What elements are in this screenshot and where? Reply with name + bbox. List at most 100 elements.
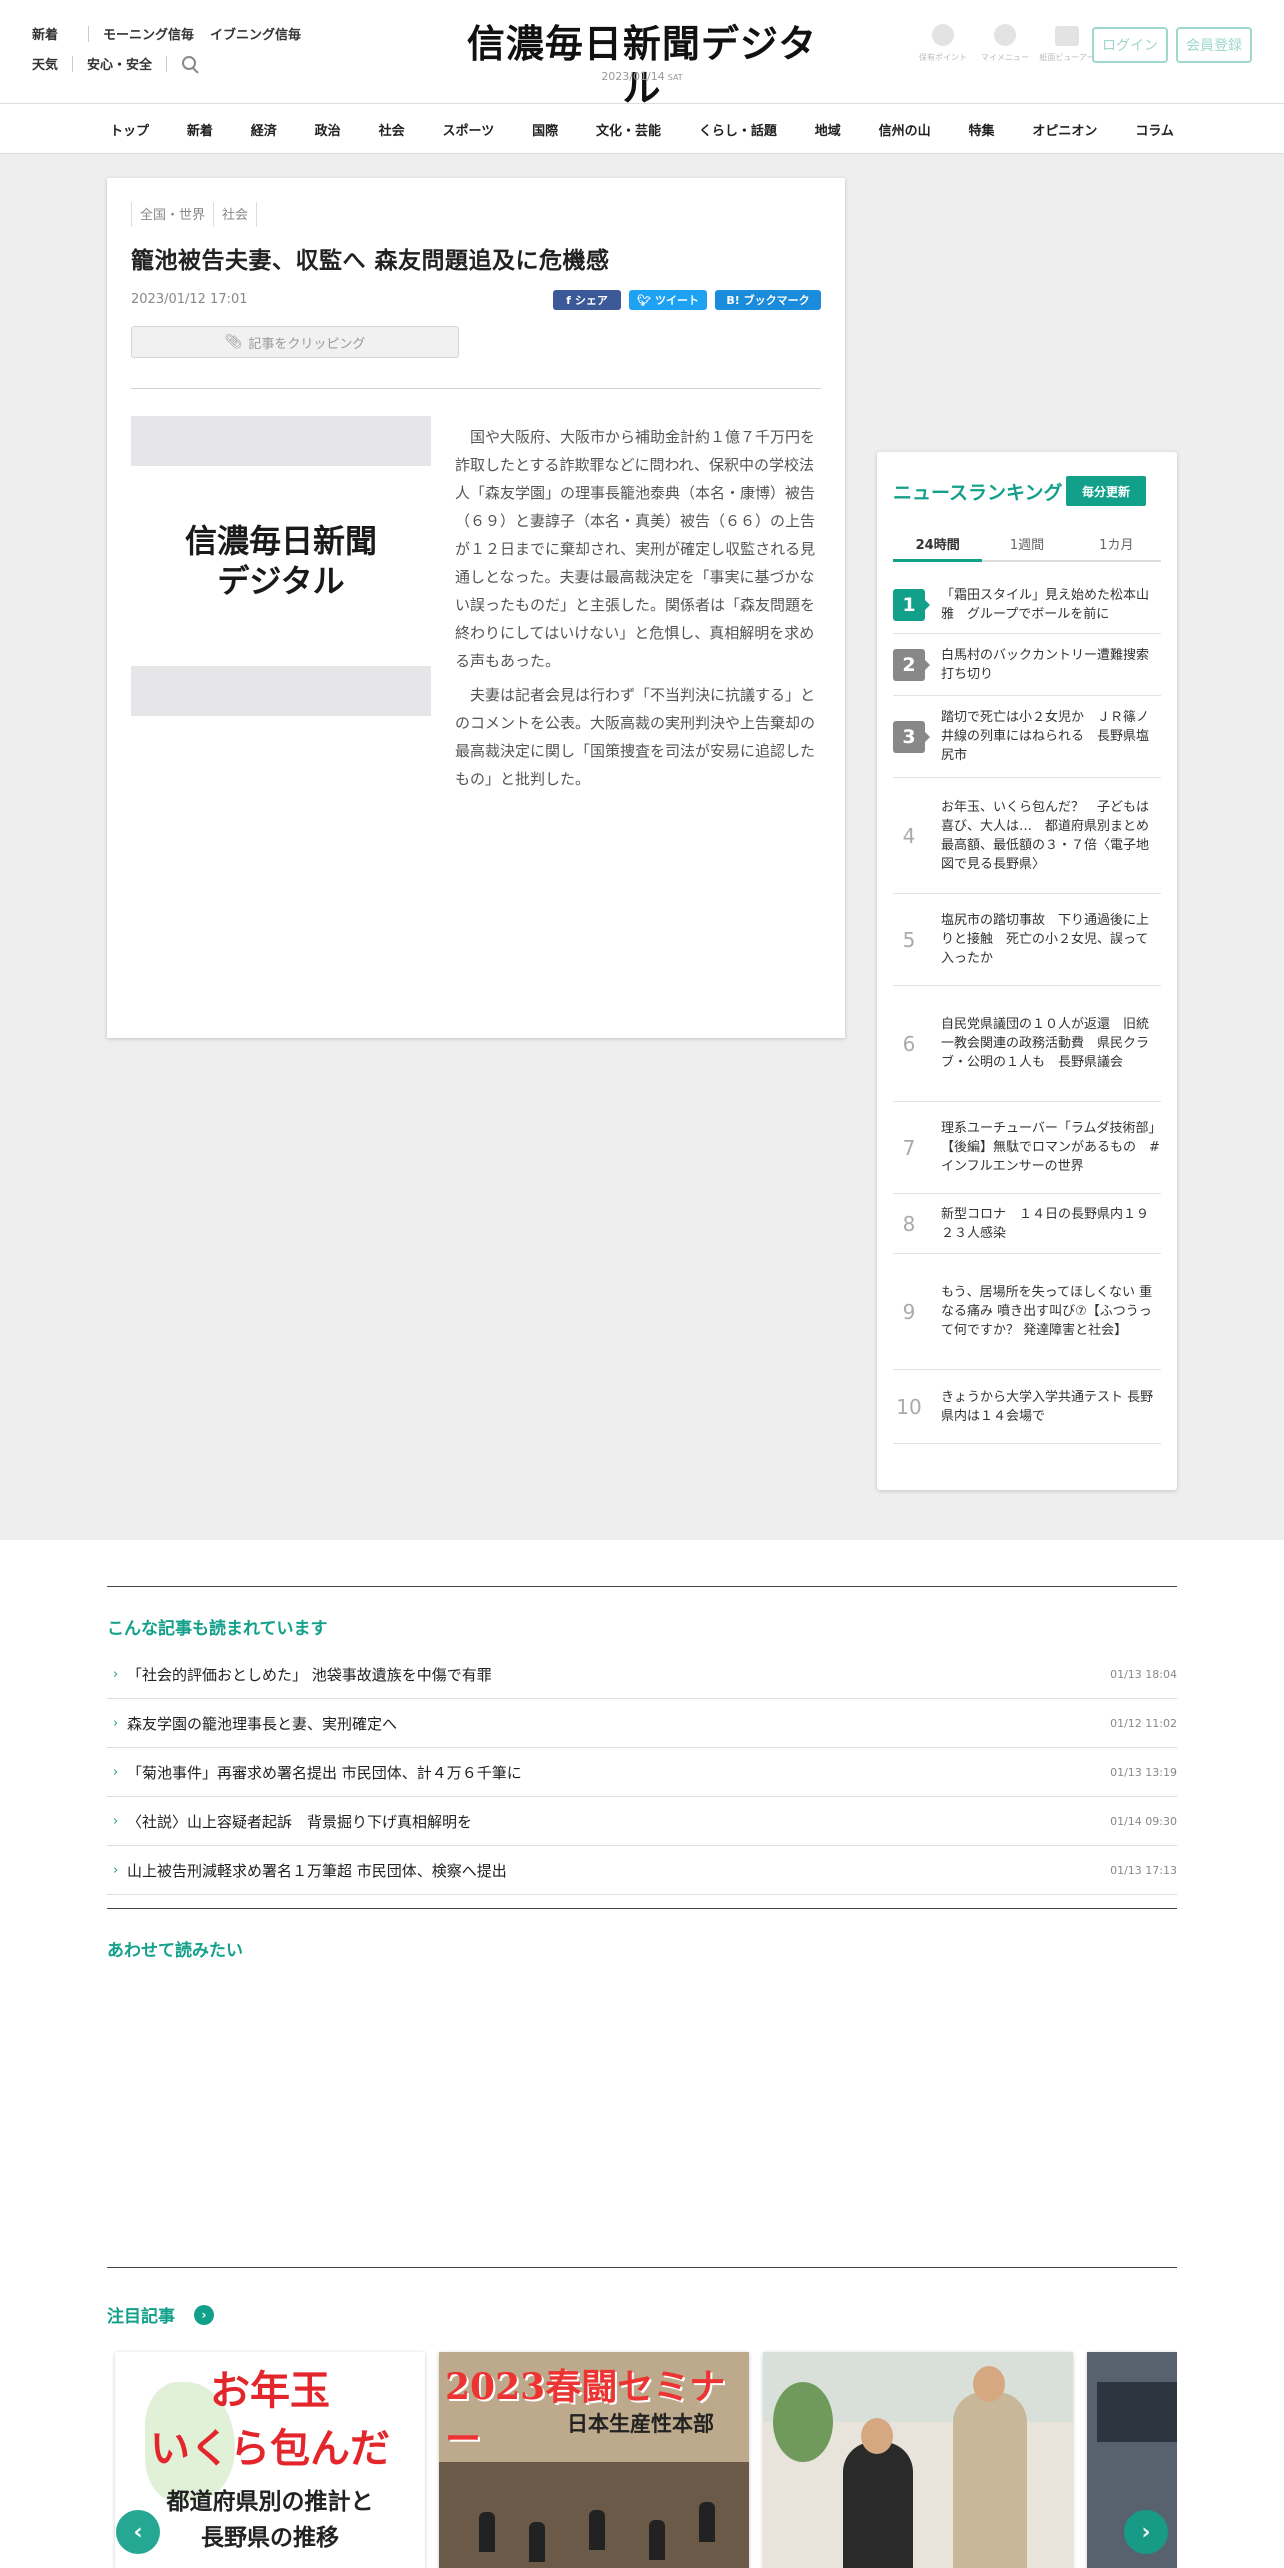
related-headline: 「菊池事件」再審求め署名提出 市民団体、計４万６千筆に — [127, 1763, 522, 1782]
category-item[interactable]: 国際 — [522, 120, 568, 139]
featured-more-icon[interactable]: › — [194, 2305, 214, 2325]
chevron-right-icon: › — [113, 1764, 119, 1780]
ranking-number: 3 — [893, 720, 941, 753]
category-item[interactable]: 信州の山 — [869, 120, 941, 139]
category-item[interactable]: 文化・芸能 — [586, 120, 671, 139]
nav-morning[interactable]: モーニング信毎 — [103, 24, 194, 43]
photo-bar-top — [131, 416, 431, 466]
ranking-item[interactable]: 10 きょうから大学入学共通テスト 長野県内は１４会場で — [893, 1370, 1161, 1444]
featured-card[interactable]: お年玉 いくら包んだ 都道府県別の推計と 長野県の推移 — [115, 2352, 425, 2568]
related-item[interactable]: › 「社会的評価おとしめた」 池袋事故遺族を中傷で有罪 01/13 18:04 — [107, 1650, 1177, 1699]
ranking-title: ニュースランキング — [893, 482, 1063, 504]
related-item[interactable]: › 森友学園の籠池理事長と妻、実刑確定へ 01/12 11:02 — [107, 1699, 1177, 1748]
rank-badge: 7 — [902, 1135, 916, 1160]
category-nav: トップ 新着 経済 政治 社会 スポーツ 国際 文化・芸能 くらし・話題 地域 信州の山 特集 オピニオ… — [0, 104, 1284, 154]
category-item[interactable]: 新着 — [177, 120, 223, 139]
category-item[interactable]: オピニオン — [1022, 120, 1107, 139]
related-date: 01/14 09:30 — [1110, 1814, 1177, 1828]
ranking-number: 4 — [893, 824, 941, 848]
tag-society[interactable]: 社会 — [213, 202, 258, 227]
tab-1month[interactable]: 1カ月 — [1072, 534, 1161, 560]
category-item[interactable]: コラム — [1125, 120, 1184, 139]
login-button[interactable]: ログイン — [1092, 27, 1168, 63]
ranking-item[interactable]: 5 塩尻市の踏切事故 下り通過後に上りと接触 死亡の小２女児、誤って入ったか — [893, 894, 1161, 986]
ranking-headline: きょうから大学入学共通テスト 長野県内は１４会場で — [941, 1389, 1154, 1424]
rank-badge: 4 — [902, 823, 916, 848]
attendee-figure — [699, 2502, 715, 2542]
twitter-share-button[interactable]: 🐦︎ ツイート — [629, 290, 707, 310]
chevron-right-icon: › — [113, 1862, 119, 1878]
paperclip-icon: 📎︎ — [224, 334, 243, 350]
nav-new[interactable]: 新着 — [32, 24, 58, 43]
ranking-number: 2 — [893, 648, 941, 681]
mymenu-button[interactable]: マイメニュー — [974, 24, 1036, 63]
carousel-prev-button[interactable]: ‹ — [116, 2510, 160, 2554]
ranking-headline: 新型コロナ １４日の長野県内１９２３人感染 — [941, 1206, 1150, 1241]
nav-safety[interactable]: 安心・安全 — [87, 54, 152, 73]
category-item[interactable]: 経済 — [241, 120, 287, 139]
clip-button[interactable]: 📎︎ 記事をクリッピング — [131, 326, 459, 358]
plant-image — [773, 2382, 833, 2462]
tab-24h[interactable]: 24時間 — [893, 534, 983, 562]
mymenu-label: マイメニュー — [981, 53, 1029, 62]
ranking-item[interactable]: 7 理系ユーチューバー「ラムダ技術部」 【後編】無駄でロマンがあるもの #インフル… — [893, 1102, 1168, 1194]
header-icons: 保有ポイント マイメニュー 紙面ビューアー — [912, 24, 1098, 63]
clip-label: 記事をクリッピング — [248, 336, 366, 352]
person-image — [843, 2442, 913, 2568]
tag-world[interactable]: 全国・世界 — [131, 202, 215, 227]
viewer-button[interactable]: 紙面ビューアー — [1036, 24, 1098, 63]
category-item[interactable]: 社会 — [369, 120, 415, 139]
article-body: 国や大阪府、大阪市から補助金計約１億７千万円を詐取したとする詐欺罪などに問われ、… — [455, 423, 821, 799]
ranking-item[interactable]: 1 「霜田スタイル」見え始めた松本山雅 グループでボールを前に — [893, 576, 1161, 634]
divider — [107, 1908, 1177, 1909]
ranking-item[interactable]: 9 もう、居場所を失ってほしくない 重なる痛み 噴き出す叫び⑦【ふつうって何ですか… — [893, 1254, 1161, 1370]
ranking-item[interactable]: 2 白馬村のバックカントリー遭難搜索打ち切り — [893, 634, 1161, 696]
ranking-item[interactable]: 6 自民党県議団の１０人が返還 旧統一教会関連の政務活動費 県民クラブ・公明の１人… — [893, 986, 1161, 1102]
ranking-headline: もう、居場所を失ってほしくない 重なる痛み 噴き出す叫び⑦【ふつうって何ですか？… — [941, 1285, 1153, 1338]
nav-weather[interactable]: 天気 — [32, 54, 58, 73]
category-item[interactable]: くらし・話題 — [689, 120, 787, 139]
featured-card[interactable] — [763, 2352, 1073, 2568]
also-read-title: あわせて読みたい — [107, 1941, 243, 1961]
divider — [72, 55, 74, 72]
featured-carousel: お年玉 いくら包んだ 都道府県別の推計と 長野県の推移 2023春闘セミナー 日… — [107, 2348, 1177, 2568]
category-item[interactable]: 地域 — [805, 120, 851, 139]
point-button[interactable]: 保有ポイント — [912, 24, 974, 63]
nav-evening[interactable]: イブニング信毎 — [210, 24, 301, 43]
ranking-headline: 自民党県議団の１０人が返還 旧統一教会関連の政務活動費 県民クラブ・公明の１人も… — [941, 1017, 1150, 1070]
article-tags: 全国・世界 社会 — [131, 202, 258, 227]
related-item[interactable]: › 山上被告刑減軽求め署名１万筆超 市民団体、検察へ提出 01/13 17:13 — [107, 1846, 1177, 1895]
news-ranking: ニュースランキング 毎分更新 24時間 1週間 1カ月 1 「霜田スタイル」見え始… — [877, 452, 1177, 1490]
related-item[interactable]: › 〈社説〉山上容疑者起訴 背景掘り下げ真相解明を 01/14 09:30 — [107, 1797, 1177, 1846]
site-header: 新着 モーニング信毎 イブニング信毎 天気 安心・安全 信濃毎日新聞デジタル 2… — [0, 0, 1284, 110]
user-icon — [994, 24, 1016, 46]
search-icon[interactable] — [181, 55, 199, 73]
ranking-item[interactable]: 3 踏切で死亡は小２女児か ＪＲ篠ノ井線の列車にはねられる 長野県塩尻市 — [893, 696, 1161, 778]
category-item[interactable]: 政治 — [305, 120, 351, 139]
article-paragraph: 夫妻は記者会見は行わず「不当判決に抗議する」とのコメントを公表。大阪高裁の実刑判… — [455, 686, 816, 788]
related-item[interactable]: › 「菊池事件」再審求め署名提出 市民団体、計４万６千筆に 01/13 13:19 — [107, 1748, 1177, 1797]
featured-card[interactable]: 2023春闘セミナー 日本生産性本部 — [439, 2352, 749, 2568]
ranking-tabs: 24時間 1週間 1カ月 — [893, 534, 1161, 562]
slide-text: お年玉 — [210, 2367, 330, 2414]
twitter-share-label: ツイート — [654, 294, 699, 307]
person-image — [953, 2392, 1027, 2568]
twitter-icon: 🐦︎ — [637, 293, 651, 307]
register-button[interactable]: 会員登録 — [1176, 27, 1252, 63]
carousel-next-button[interactable]: › — [1124, 2510, 1168, 2554]
facebook-share-button[interactable]: f シェア — [553, 290, 621, 310]
tab-1week[interactable]: 1週間 — [982, 534, 1071, 560]
ranking-item[interactable]: 8 新型コロナ １４日の長野県内１９２３人感染 — [893, 1194, 1161, 1254]
category-item[interactable]: トップ — [100, 120, 159, 139]
site-logo[interactable]: 信濃毎日新聞デジタル — [466, 22, 818, 110]
person-head — [973, 2366, 1005, 2402]
rank-badge: 1 — [893, 588, 930, 621]
category-item[interactable]: スポーツ — [432, 120, 504, 139]
ranking-item[interactable]: 4 お年玉、いくら包んだ？ 子どもは喜び、大人は… 都道府県別まとめ 最高額、最低… — [893, 778, 1162, 894]
ranking-number: 6 — [893, 1032, 941, 1056]
rank-badge: 5 — [902, 927, 916, 952]
hatena-bookmark-button[interactable]: B! ブックマーク — [715, 290, 821, 310]
category-item[interactable]: 特集 — [959, 120, 1005, 139]
article-paragraph: 国や大阪府、大阪市から補助金計約１億７千万円を詐取したとする詐欺罪などに問われ、… — [455, 428, 816, 670]
point-label: 保有ポイント — [919, 53, 967, 62]
